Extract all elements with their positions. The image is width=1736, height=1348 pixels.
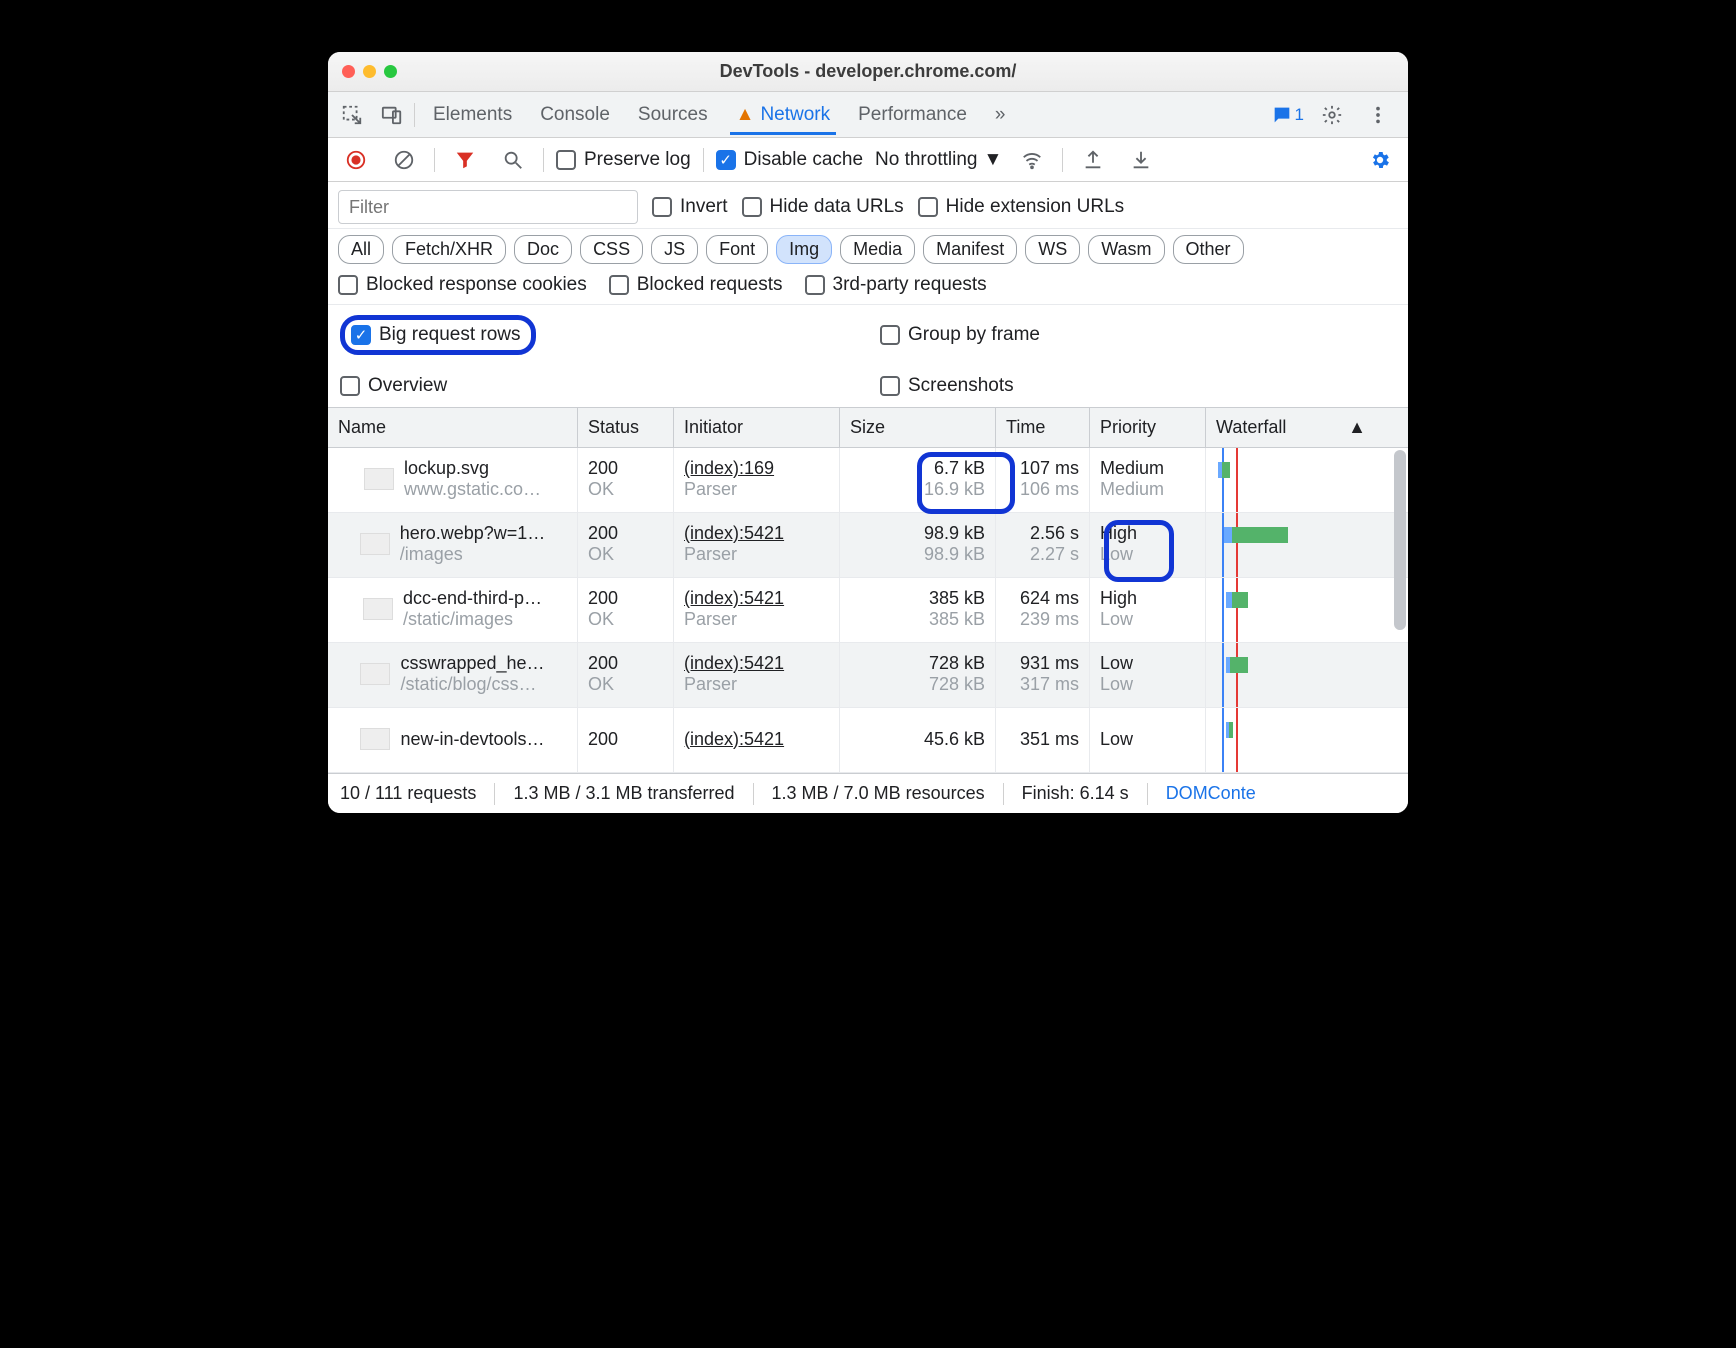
network-settings-gear-icon[interactable] [1362, 142, 1398, 178]
col-name[interactable]: Name [328, 408, 578, 447]
thumbnail-icon [364, 468, 394, 490]
table-row[interactable]: hero.webp?w=1…/images200OK(index):5421Pa… [328, 513, 1408, 578]
chip-img[interactable]: Img [776, 235, 832, 264]
filter-bar: Invert Hide data URLs Hide extension URL… [328, 182, 1408, 229]
status-transferred: 1.3 MB / 3.1 MB transferred [513, 783, 734, 804]
panel-tabs: Elements Console Sources ▲ Network Perfo… [328, 92, 1408, 138]
col-size[interactable]: Size [840, 408, 996, 447]
filter-funnel-icon[interactable] [447, 142, 483, 178]
preserve-log-checkbox[interactable]: Preserve log [556, 149, 691, 171]
waterfall-cell [1206, 708, 1376, 772]
table-header: Name Status Initiator Size Time Priority… [328, 408, 1408, 448]
status-domcontent: DOMConte [1166, 783, 1256, 804]
chip-css[interactable]: CSS [580, 235, 643, 264]
waterfall-cell [1206, 643, 1376, 707]
chip-manifest[interactable]: Manifest [923, 235, 1017, 264]
chip-media[interactable]: Media [840, 235, 915, 264]
chip-doc[interactable]: Doc [514, 235, 572, 264]
extra-filters: Blocked response cookies Blocked request… [328, 270, 1408, 304]
thumbnail-icon [360, 533, 390, 555]
big-request-rows-highlight: ✓Big request rows [340, 315, 536, 355]
chip-fetchxhr[interactable]: Fetch/XHR [392, 235, 506, 264]
download-icon[interactable] [1123, 142, 1159, 178]
thumbnail-icon [363, 598, 393, 620]
chip-other[interactable]: Other [1173, 235, 1244, 264]
big-request-rows-checkbox[interactable]: ✓Big request rows [351, 324, 521, 346]
thumbnail-icon [360, 728, 390, 750]
sort-asc-icon: ▲ [1348, 417, 1366, 438]
tab-elements[interactable]: Elements [427, 94, 518, 135]
tabs-overflow[interactable]: » [989, 94, 1012, 135]
tab-sources[interactable]: Sources [632, 94, 714, 135]
col-initiator[interactable]: Initiator [674, 408, 840, 447]
divider [414, 103, 415, 127]
throttling-select[interactable]: No throttling ▼ [875, 149, 1002, 171]
devtools-window: DevTools - developer.chrome.com/ Element… [328, 52, 1408, 813]
status-requests: 10 / 111 requests [340, 783, 476, 804]
tab-console[interactable]: Console [534, 94, 616, 135]
table-row[interactable]: dcc-end-third-p…/static/images200OK(inde… [328, 578, 1408, 643]
status-finish: Finish: 6.14 s [1022, 783, 1129, 804]
thumbnail-icon [360, 663, 390, 685]
record-icon[interactable] [338, 142, 374, 178]
waterfall-cell [1206, 448, 1376, 512]
hide-data-urls-checkbox[interactable]: Hide data URLs [742, 196, 904, 218]
disable-cache-checkbox[interactable]: ✓Disable cache [716, 149, 863, 171]
titlebar: DevTools - developer.chrome.com/ [328, 52, 1408, 92]
traffic-lights [328, 65, 397, 78]
hide-extension-urls-checkbox[interactable]: Hide extension URLs [918, 196, 1124, 218]
clear-icon[interactable] [386, 142, 422, 178]
type-filter-chips: All Fetch/XHR Doc CSS JS Font Img Media Manifest… [328, 229, 1408, 270]
blocked-requests-checkbox[interactable]: Blocked requests [609, 274, 783, 296]
settings-gear-icon[interactable] [1314, 97, 1350, 133]
window-title: DevTools - developer.chrome.com/ [328, 61, 1408, 82]
requests-table: Name Status Initiator Size Time Priority… [328, 408, 1408, 773]
screenshots-checkbox[interactable]: Screenshots [880, 375, 1014, 397]
table-row[interactable]: lockup.svgwww.gstatic.co…200OK(index):16… [328, 448, 1408, 513]
close-window-icon[interactable] [342, 65, 355, 78]
network-toolbar: Preserve log ✓Disable cache No throttlin… [328, 138, 1408, 182]
chip-js[interactable]: JS [651, 235, 698, 264]
chip-font[interactable]: Font [706, 235, 768, 264]
view-options: ✓Big request rows Group by frame Overvie… [328, 304, 1408, 408]
table-row[interactable]: csswrapped_he…/static/blog/css…200OK(ind… [328, 643, 1408, 708]
kebab-menu-icon[interactable] [1360, 97, 1396, 133]
col-priority[interactable]: Priority [1090, 408, 1206, 447]
messages-icon[interactable]: 1 [1271, 97, 1304, 133]
chevron-down-icon: ▼ [983, 149, 1002, 171]
group-by-frame-checkbox[interactable]: Group by frame [880, 324, 1040, 346]
chip-wasm[interactable]: Wasm [1088, 235, 1164, 264]
col-waterfall[interactable]: Waterfall ▲ [1206, 408, 1376, 447]
zoom-window-icon[interactable] [384, 65, 397, 78]
status-bar: 10 / 111 requests 1.3 MB / 3.1 MB transf… [328, 773, 1408, 813]
network-conditions-icon[interactable] [1014, 142, 1050, 178]
chip-all[interactable]: All [338, 235, 384, 264]
search-icon[interactable] [495, 142, 531, 178]
col-time[interactable]: Time [996, 408, 1090, 447]
third-party-checkbox[interactable]: 3rd-party requests [805, 274, 987, 296]
invert-checkbox[interactable]: Invert [652, 196, 728, 218]
minimize-window-icon[interactable] [363, 65, 376, 78]
upload-icon[interactable] [1075, 142, 1111, 178]
waterfall-cell [1206, 513, 1376, 577]
col-status[interactable]: Status [578, 408, 674, 447]
status-resources: 1.3 MB / 7.0 MB resources [772, 783, 985, 804]
overview-checkbox[interactable]: Overview [340, 375, 447, 397]
filter-input[interactable] [338, 190, 638, 224]
table-row[interactable]: new-in-devtools…200(index):542145.6 kB35… [328, 708, 1408, 773]
device-toggle-icon[interactable] [374, 97, 410, 133]
chip-ws[interactable]: WS [1025, 235, 1080, 264]
inspect-icon[interactable] [334, 97, 370, 133]
waterfall-cell [1206, 578, 1376, 642]
blocked-cookies-checkbox[interactable]: Blocked response cookies [338, 274, 587, 296]
warning-icon: ▲ [736, 104, 755, 126]
tab-performance[interactable]: Performance [852, 94, 973, 135]
tab-network[interactable]: ▲ Network [730, 94, 837, 135]
scrollbar[interactable] [1394, 450, 1406, 630]
